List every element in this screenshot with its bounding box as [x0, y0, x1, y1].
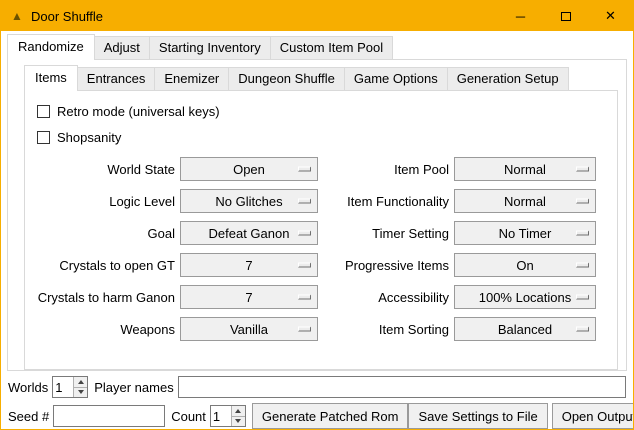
dropdown-indicator-icon	[576, 199, 589, 204]
count-spin-up-button[interactable]	[232, 406, 245, 416]
retro-mode-checkbox[interactable]: Retro mode (universal keys)	[37, 103, 617, 119]
tab-items[interactable]: Items	[24, 65, 78, 91]
weapons-label: Weapons	[35, 322, 175, 337]
option-fields: World State Open Item Pool Normal Logic …	[25, 157, 617, 341]
titlebar[interactable]: ▲ Door Shuffle ─ ✕	[1, 1, 633, 31]
shopsanity-checkbox[interactable]: Shopsanity	[37, 129, 617, 145]
door-shuffle-window: ▲ Door Shuffle ─ ✕ Randomize Adjust Star…	[0, 0, 634, 430]
checkbox-icon	[37, 131, 50, 144]
tab-custom-item-pool[interactable]: Custom Item Pool	[270, 36, 393, 59]
close-icon: ✕	[605, 8, 616, 24]
dropdown-indicator-icon	[576, 327, 589, 332]
maximize-button[interactable]	[543, 1, 588, 31]
item-sorting-dropdown[interactable]: Balanced	[454, 317, 596, 341]
checkbox-label: Shopsanity	[57, 130, 121, 145]
close-button[interactable]: ✕	[588, 1, 633, 31]
worlds-spin-up-button[interactable]	[74, 377, 87, 387]
logic-level-dropdown[interactable]: No Glitches	[180, 189, 318, 213]
item-pool-dropdown[interactable]: Normal	[454, 157, 596, 181]
open-output-directory-button[interactable]: Open Output Directory	[552, 403, 634, 429]
progressive-items-label: Progressive Items	[323, 258, 449, 273]
seed-input[interactable]	[53, 405, 165, 427]
dropdown-indicator-icon	[298, 231, 311, 236]
worlds-spinner	[52, 376, 88, 398]
accessibility-dropdown[interactable]: 100% Locations	[454, 285, 596, 309]
seed-label: Seed #	[8, 409, 49, 424]
minimize-button[interactable]: ─	[498, 1, 543, 31]
tab-enemizer[interactable]: Enemizer	[154, 67, 229, 90]
progressive-items-dropdown[interactable]: On	[454, 253, 596, 277]
checkbox-icon	[37, 105, 50, 118]
logic-level-label: Logic Level	[35, 194, 175, 209]
count-spin-down-button[interactable]	[232, 416, 245, 427]
tab-dungeon-shuffle[interactable]: Dungeon Shuffle	[228, 67, 345, 90]
world-state-dropdown[interactable]: Open	[180, 157, 318, 181]
maximize-icon	[561, 12, 571, 21]
item-functionality-label: Item Functionality	[323, 194, 449, 209]
app-icon[interactable]: ▲	[9, 9, 25, 23]
worlds-input[interactable]	[53, 377, 73, 397]
count-spinner	[210, 405, 246, 427]
arrow-down-icon	[78, 390, 84, 394]
dropdown-indicator-icon	[298, 295, 311, 300]
dropdown-indicator-icon	[298, 327, 311, 332]
worlds-row: Worlds Player names	[8, 376, 626, 398]
crystals-open-gt-label: Crystals to open GT	[35, 258, 175, 273]
count-input[interactable]	[211, 406, 231, 426]
world-state-label: World State	[35, 162, 175, 177]
goal-label: Goal	[35, 226, 175, 241]
arrow-up-icon	[235, 409, 241, 413]
goal-dropdown[interactable]: Defeat Ganon	[180, 221, 318, 245]
tab-game-options[interactable]: Game Options	[344, 67, 448, 90]
dropdown-indicator-icon	[576, 231, 589, 236]
minimize-icon: ─	[516, 9, 525, 24]
crystals-harm-ganon-label: Crystals to harm Ganon	[35, 290, 175, 305]
weapons-dropdown[interactable]: Vanilla	[180, 317, 318, 341]
arrow-down-icon	[235, 419, 241, 423]
timer-setting-dropdown[interactable]: No Timer	[454, 221, 596, 245]
count-label: Count	[171, 409, 206, 424]
tab-adjust[interactable]: Adjust	[94, 36, 150, 59]
dropdown-indicator-icon	[576, 295, 589, 300]
tab-randomize[interactable]: Randomize	[7, 34, 95, 60]
dropdown-indicator-icon	[298, 199, 311, 204]
worlds-spin-down-button[interactable]	[74, 387, 87, 398]
window-controls: ─ ✕	[498, 1, 633, 31]
save-settings-button[interactable]: Save Settings to File	[408, 403, 547, 429]
crystals-harm-ganon-dropdown[interactable]: 7	[180, 285, 318, 309]
arrow-up-icon	[78, 380, 84, 384]
accessibility-label: Accessibility	[323, 290, 449, 305]
outer-tab-bar: Randomize Adjust Starting Inventory Cust…	[7, 34, 633, 59]
player-names-label: Player names	[94, 380, 173, 395]
item-functionality-dropdown[interactable]: Normal	[454, 189, 596, 213]
player-names-input[interactable]	[178, 376, 626, 398]
window-title: Door Shuffle	[31, 9, 103, 24]
footer: Worlds Player names Seed # Count	[1, 376, 633, 429]
dropdown-indicator-icon	[298, 263, 311, 268]
tab-generation-setup[interactable]: Generation Setup	[447, 67, 569, 90]
randomize-pane: Items Entrances Enemizer Dungeon Shuffle…	[7, 59, 627, 371]
item-pool-label: Item Pool	[323, 162, 449, 177]
item-sorting-label: Item Sorting	[323, 322, 449, 337]
dropdown-indicator-icon	[576, 263, 589, 268]
dropdown-indicator-icon	[298, 167, 311, 172]
inner-tab-bar: Items Entrances Enemizer Dungeon Shuffle…	[24, 65, 626, 90]
dropdown-indicator-icon	[576, 167, 589, 172]
timer-setting-label: Timer Setting	[323, 226, 449, 241]
worlds-label: Worlds	[8, 380, 48, 395]
tab-entrances[interactable]: Entrances	[77, 67, 156, 90]
crystals-open-gt-dropdown[interactable]: 7	[180, 253, 318, 277]
generate-patched-rom-button[interactable]: Generate Patched Rom	[252, 403, 409, 429]
checkbox-label: Retro mode (universal keys)	[57, 104, 220, 119]
seed-row: Seed # Count Generate Patched Rom Save S…	[8, 403, 626, 429]
items-pane: Retro mode (universal keys) Shopsanity W…	[24, 90, 618, 370]
tab-starting-inventory[interactable]: Starting Inventory	[149, 36, 271, 59]
